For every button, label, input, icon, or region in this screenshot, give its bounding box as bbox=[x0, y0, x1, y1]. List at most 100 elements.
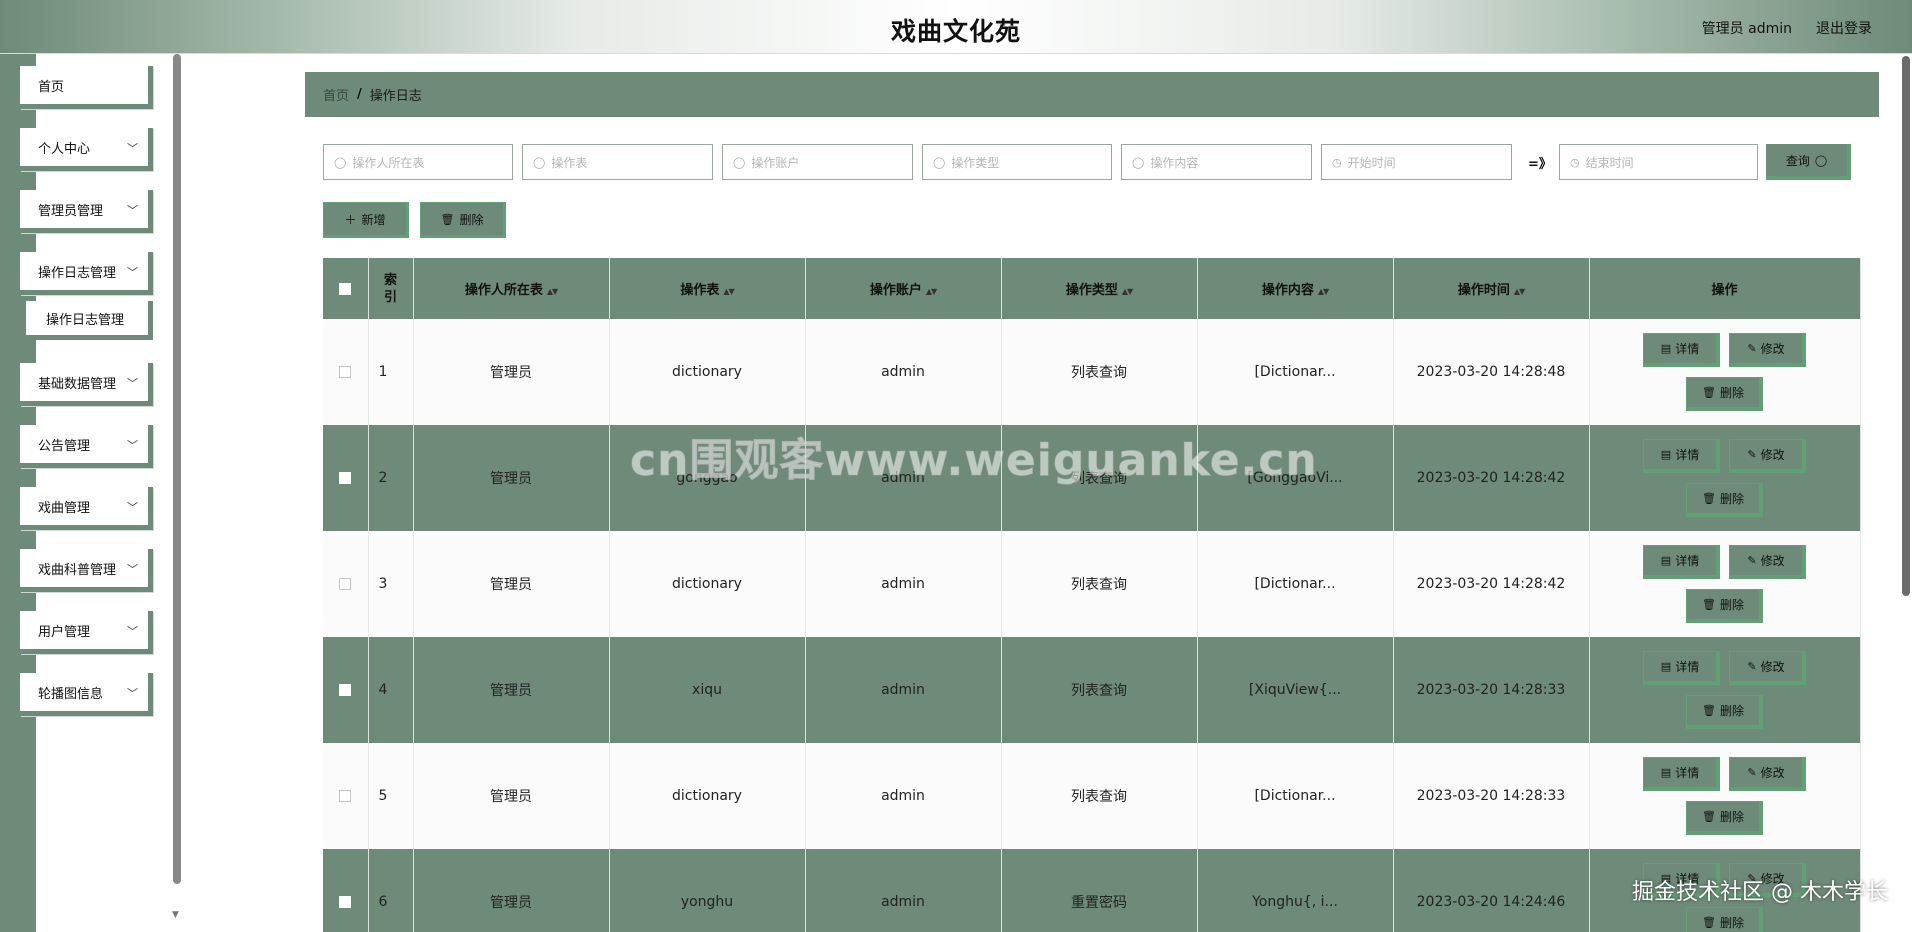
detail-button[interactable]: ▤ 详情 bbox=[1643, 333, 1720, 367]
sort-icon[interactable]: ▲▼ bbox=[547, 287, 558, 296]
placeholder-text: 操作账户 bbox=[751, 155, 800, 170]
sidebar-item-opera[interactable]: 戏曲管理 ﹀ bbox=[20, 487, 153, 530]
row-checkbox[interactable] bbox=[339, 896, 352, 908]
batch-delete-button[interactable]: 🗑 删除 bbox=[420, 202, 506, 238]
sidebar-scrollbar[interactable] bbox=[173, 54, 181, 884]
page-scrollbar[interactable] bbox=[1902, 56, 1910, 596]
row-checkbox[interactable] bbox=[339, 790, 352, 802]
cell-time: 2023-03-20 14:28:33 bbox=[1393, 743, 1590, 849]
scroll-down-arrow-icon[interactable]: ▼ bbox=[172, 910, 179, 920]
edit-button[interactable]: ✎ 修改 bbox=[1729, 651, 1806, 685]
search-icon: ◯ bbox=[733, 155, 746, 169]
edit-button[interactable]: ✎ 修改 bbox=[1729, 439, 1806, 473]
trash-icon: 🗑 bbox=[1702, 704, 1716, 717]
logout-link[interactable]: 退出登录 bbox=[1816, 18, 1872, 38]
table-row: 6 管理员 yonghu admin 重置密码 Yonghu{, i... 2023-03-… bbox=[323, 849, 1861, 932]
placeholder-text: 操作类型 bbox=[951, 155, 1000, 170]
row-delete-button[interactable]: 🗑 删除 bbox=[1686, 801, 1763, 835]
cell-role: 管理员 bbox=[413, 319, 610, 425]
row-checkbox[interactable] bbox=[339, 578, 352, 590]
breadcrumb-home[interactable]: 首页 bbox=[323, 85, 349, 104]
row-checkbox[interactable] bbox=[339, 684, 352, 696]
row-delete-button[interactable]: 🗑 删除 bbox=[1686, 695, 1763, 729]
search-input-type[interactable]: ◯ 操作类型 bbox=[922, 144, 1112, 180]
edit-button[interactable]: ✎ 修改 bbox=[1729, 757, 1806, 791]
end-time-picker[interactable]: ◷ 结束时间 bbox=[1559, 144, 1758, 180]
sidebar-item-personal-center[interactable]: 个人中心 ﹀ bbox=[20, 128, 153, 171]
row-select-cell bbox=[323, 743, 369, 849]
sort-icon[interactable]: ▲▼ bbox=[926, 287, 937, 296]
row-delete-button[interactable]: 🗑 删除 bbox=[1686, 377, 1763, 411]
sort-icon[interactable]: ▲▼ bbox=[1514, 287, 1525, 296]
row-delete-button[interactable]: 🗑 删除 bbox=[1686, 907, 1763, 932]
cell-content: [XiquView{... bbox=[1197, 637, 1394, 743]
col-header-role[interactable]: 操作人所在表 ▲▼ bbox=[413, 258, 610, 319]
edit-button[interactable]: ✎ 修改 bbox=[1729, 545, 1806, 579]
col-header-type[interactable]: 操作类型 ▲▼ bbox=[1001, 258, 1198, 319]
detail-button[interactable]: ▤ 详情 bbox=[1643, 439, 1720, 473]
col-header-account[interactable]: 操作账户 ▲▼ bbox=[805, 258, 1002, 319]
sidebar-item-basic-data[interactable]: 基础数据管理 ﹀ bbox=[20, 363, 153, 406]
row-checkbox[interactable] bbox=[339, 366, 352, 378]
sidebar-subitem-oplog[interactable]: 操作日志管理 bbox=[26, 301, 153, 340]
row-delete-button[interactable]: 🗑 删除 bbox=[1686, 483, 1763, 517]
document-icon: ▤ bbox=[1660, 660, 1672, 673]
row-select-cell bbox=[323, 531, 369, 637]
search-icon: ◯ bbox=[933, 155, 946, 169]
start-time-picker[interactable]: ◷ 开始时间 bbox=[1321, 144, 1512, 180]
sort-icon[interactable]: ▲▼ bbox=[1122, 287, 1133, 296]
cell-index: 6 bbox=[368, 849, 414, 932]
cell-type: 列表查询 bbox=[1001, 531, 1198, 637]
chevron-down-icon: ﹀ bbox=[127, 687, 138, 700]
cell-type: 列表查询 bbox=[1001, 319, 1198, 425]
sort-icon[interactable]: ▲▼ bbox=[1318, 287, 1329, 296]
sidebar-item-carousel[interactable]: 轮播图信息 ﹀ bbox=[20, 673, 153, 716]
trash-icon: 🗑 bbox=[1702, 598, 1716, 611]
sidebar-item-opera-science[interactable]: 戏曲科普管理 ﹀ bbox=[20, 549, 153, 592]
table-row: 4 管理员 xiqu admin 列表查询 [XiquView{... 2023-03-20… bbox=[323, 637, 1861, 743]
add-button-label: 新增 bbox=[361, 212, 386, 227]
placeholder-text: 操作内容 bbox=[1150, 155, 1199, 170]
sidebar-item-notice[interactable]: 公告管理 ﹀ bbox=[20, 425, 153, 468]
chevron-down-icon: ﹀ bbox=[127, 377, 138, 390]
row-checkbox[interactable] bbox=[339, 472, 352, 484]
cell-actions: ▤ 详情 ✎ 修改 🗑 删除 bbox=[1589, 743, 1861, 849]
edit-button[interactable]: ✎ 修改 bbox=[1729, 333, 1806, 367]
search-input-operator-table[interactable]: ◯ 操作人所在表 bbox=[323, 144, 513, 180]
sidebar-subitem-label: 操作日志管理 bbox=[46, 312, 125, 328]
add-button[interactable]: ＋ 新增 bbox=[323, 202, 409, 238]
col-header-index: 索引 bbox=[368, 258, 414, 319]
detail-button[interactable]: ▤ 详情 bbox=[1643, 757, 1720, 791]
cell-actions: ▤ 详情 ✎ 修改 🗑 删除 bbox=[1589, 319, 1861, 425]
sidebar-item-home[interactable]: 首页 bbox=[20, 66, 153, 109]
row-select-cell bbox=[323, 637, 369, 743]
search-input-account[interactable]: ◯ 操作账户 bbox=[722, 144, 913, 180]
col-header-content[interactable]: 操作内容 ▲▼ bbox=[1197, 258, 1394, 319]
detail-button[interactable]: ▤ 详情 bbox=[1643, 651, 1720, 685]
chevron-down-icon: ﹀ bbox=[127, 439, 138, 452]
row-delete-button[interactable]: 🗑 删除 bbox=[1686, 589, 1763, 623]
query-button[interactable]: 查询 ◯ bbox=[1766, 144, 1851, 180]
row-select-cell bbox=[323, 425, 369, 531]
search-input-table[interactable]: ◯ 操作表 bbox=[522, 144, 713, 180]
pencil-icon: ✎ bbox=[1747, 766, 1757, 779]
col-header-time[interactable]: 操作时间 ▲▼ bbox=[1393, 258, 1590, 319]
cell-content: Yonghu{, i... bbox=[1197, 849, 1394, 932]
document-icon: ▤ bbox=[1660, 448, 1672, 461]
detail-button[interactable]: ▤ 详情 bbox=[1643, 545, 1720, 579]
sidebar-item-oplog-management[interactable]: 操作日志管理 ﹀ bbox=[20, 252, 153, 295]
sort-icon[interactable]: ▲▼ bbox=[723, 287, 734, 296]
sidebar-item-users[interactable]: 用户管理 ﹀ bbox=[20, 611, 153, 654]
chevron-down-icon: ﹀ bbox=[127, 563, 138, 576]
cell-table: xiqu bbox=[609, 637, 806, 743]
search-icon: ◯ bbox=[334, 155, 347, 169]
table-row: 5 管理员 dictionary admin 列表查询 [Dictionar... 2023… bbox=[323, 743, 1861, 849]
cell-content: [Dictionar... bbox=[1197, 319, 1394, 425]
select-all-checkbox[interactable] bbox=[339, 282, 352, 295]
sidebar-item-admin-management[interactable]: 管理员管理 ﹀ bbox=[20, 190, 153, 233]
placeholder-text: 操作表 bbox=[551, 155, 588, 170]
cell-account: admin bbox=[805, 319, 1002, 425]
search-input-content[interactable]: ◯ 操作内容 bbox=[1121, 144, 1312, 180]
col-header-table[interactable]: 操作表 ▲▼ bbox=[609, 258, 806, 319]
chevron-down-icon: ﹀ bbox=[127, 501, 138, 514]
